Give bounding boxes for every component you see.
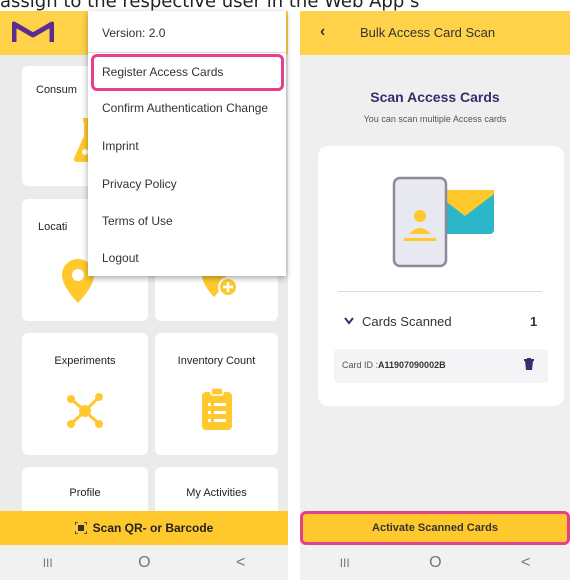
- tile-inventory-count[interactable]: Inventory Count: [155, 333, 278, 455]
- android-nav-bar-right: III O <: [300, 545, 570, 580]
- clipboard-icon: [201, 388, 232, 430]
- cards-scanned-toggle[interactable]: Cards Scanned: [344, 314, 452, 329]
- card-id-label: Card ID :: [342, 360, 379, 370]
- menu-item-confirm-authentication[interactable]: Confirm Authentication Change: [102, 101, 268, 115]
- qr-scan-icon: [74, 522, 87, 534]
- back-icon[interactable]: <: [521, 554, 530, 572]
- home-icon[interactable]: O: [138, 554, 150, 572]
- chevron-down-icon: [344, 317, 354, 325]
- tile-my-activities[interactable]: My Activities: [155, 467, 278, 511]
- menu-item-logout[interactable]: Logout: [102, 251, 139, 265]
- tile-activities-label: My Activities: [186, 487, 247, 499]
- scan-qr-button[interactable]: Scan QR- or Barcode: [0, 511, 288, 545]
- register-highlight-box: [91, 54, 284, 91]
- cards-scanned-label: Cards Scanned: [362, 314, 452, 329]
- scanned-card-row: Card ID :A11907090002B: [334, 349, 548, 383]
- card-id-value: A11907090002B: [378, 360, 446, 370]
- cards-scanned-count: 1: [530, 314, 538, 329]
- scan-qr-label: Scan QR- or Barcode: [92, 521, 214, 535]
- header-title: Bulk Access Card Scan: [360, 25, 496, 40]
- activate-label: Activate Scanned Cards: [372, 522, 498, 534]
- trash-icon[interactable]: [524, 358, 534, 370]
- menu-item-imprint[interactable]: Imprint: [102, 139, 139, 153]
- activate-scanned-cards-button[interactable]: Activate Scanned Cards: [300, 511, 570, 545]
- brand-logo-icon: [12, 21, 54, 42]
- panel-divider: [338, 291, 542, 292]
- tile-experiments[interactable]: Experiments: [22, 333, 148, 455]
- menu-divider: [88, 52, 286, 53]
- tile-experiments-label: Experiments: [54, 355, 116, 367]
- page-title: Scan Access Cards: [370, 89, 500, 105]
- back-icon[interactable]: <: [236, 554, 245, 572]
- network-nodes-icon: [67, 393, 103, 428]
- tile-profile-label: Profile: [69, 487, 101, 499]
- tile-profile[interactable]: Profile: [22, 467, 148, 511]
- phone-card-illustration-icon: [392, 176, 494, 268]
- menu-item-privacy-policy[interactable]: Privacy Policy: [102, 177, 177, 191]
- overflow-menu: Version: 2.0 Register Access Cards Confi…: [88, 11, 286, 276]
- right-phone-screen: ‹ Bulk Access Card Scan Scan Access Card…: [300, 11, 570, 580]
- menu-item-version: Version: 2.0: [102, 26, 166, 40]
- recent-apps-icon[interactable]: III: [43, 556, 53, 570]
- android-nav-bar: III O <: [0, 545, 288, 580]
- page: assign to the respective user in the Web…: [0, 0, 570, 580]
- home-icon[interactable]: O: [429, 554, 441, 572]
- bulk-scan-header: ‹ Bulk Access Card Scan: [300, 11, 570, 55]
- tile-inventory-label: Inventory Count: [177, 355, 256, 367]
- card-id-text: Card ID :A11907090002B: [342, 360, 446, 370]
- menu-item-terms-of-use[interactable]: Terms of Use: [102, 214, 173, 228]
- back-chevron-icon[interactable]: ‹: [320, 23, 325, 41]
- recent-apps-icon[interactable]: III: [340, 556, 350, 570]
- scan-card-panel: Cards Scanned 1 Card ID :A11907090002B: [318, 146, 564, 406]
- page-subtitle: You can scan multiple Access cards: [363, 114, 507, 124]
